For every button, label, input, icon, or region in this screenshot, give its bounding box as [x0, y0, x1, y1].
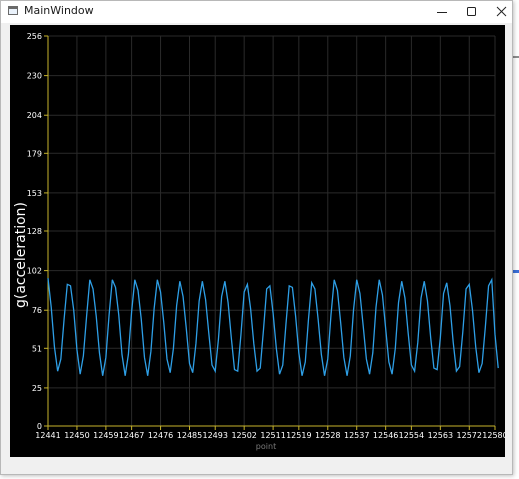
maximize-icon [467, 7, 476, 16]
x-tick-label: 12493 [202, 431, 227, 440]
x-tick-label: 12554 [399, 431, 424, 440]
x-tick-label: 12546 [373, 431, 398, 440]
y-tick-label: 128 [27, 227, 42, 236]
title-bar[interactable]: MainWindow [1, 1, 512, 23]
x-tick-label: 12537 [344, 431, 369, 440]
x-tick-label: 12519 [286, 431, 311, 440]
x-axis-label: point [256, 442, 276, 451]
x-tick-label: 12476 [148, 431, 173, 440]
x-tick-labels: 12441 12450 12459 12467 12476 12485 12493 12502… [35, 431, 505, 440]
x-tick-label: 12485 [177, 431, 202, 440]
y-tick-labels: 0 25 51 76 102 128 153 179 204 230 256 [27, 32, 42, 431]
x-tick-label: 12572 [457, 431, 482, 440]
app-window-icon [8, 6, 18, 15]
axis-layer [44, 35, 496, 430]
desktop-strip-top [513, 56, 519, 58]
window-title: MainWindow [24, 4, 94, 17]
acceleration-line-chart: 0255176102128153179204230256 12441 12450 1… [13, 32, 505, 451]
x-tick-label: 12563 [428, 431, 453, 440]
minimize-icon [437, 12, 447, 13]
main-window: MainWindow 0 25 51 76 102 128 153 179 204 230 256 … [0, 0, 513, 475]
y-tick-label: 153 [27, 189, 42, 198]
x-tick-label: 12502 [231, 431, 256, 440]
y-tick-label: 230 [27, 72, 42, 81]
close-button[interactable] [486, 1, 518, 23]
x-tick-label: 12511 [260, 431, 285, 440]
y-tick-label: 76 [32, 306, 42, 315]
chart-panel: 0 25 51 76 102 128 153 179 204 230 256 12441 12450 1… [10, 25, 505, 457]
x-tick-label: 12450 [64, 431, 89, 440]
y-tick-label: 51 [32, 344, 42, 353]
x-tick-label: 12441 [35, 431, 60, 440]
y-tick-label: 0 [37, 422, 42, 431]
y-tick-label: 179 [27, 149, 42, 158]
x-tick-label: 12459 [93, 431, 118, 440]
y-tick-label: 102 [27, 267, 42, 276]
minimize-button[interactable] [426, 1, 458, 23]
maximize-button[interactable] [456, 1, 488, 23]
desktop-strip-blue [513, 270, 519, 273]
y-axis-label: g(acceleration) [13, 202, 29, 308]
y-tick-label: 256 [27, 32, 42, 41]
x-tick-label: 12528 [315, 431, 340, 440]
grid-layer [47, 35, 496, 427]
y-tick-label: 204 [27, 111, 42, 120]
x-tick-label: 12467 [119, 431, 144, 440]
x-tick-label: 12580 [482, 431, 505, 440]
y-tick-label: 25 [32, 384, 42, 393]
close-icon [496, 6, 507, 17]
